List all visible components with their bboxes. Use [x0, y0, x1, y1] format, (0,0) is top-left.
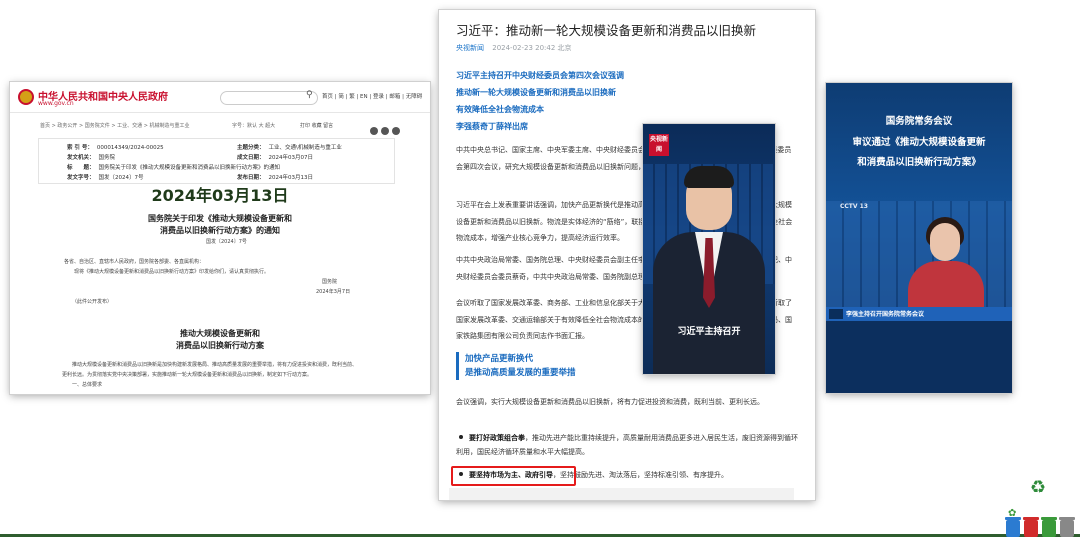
search-icon[interactable]: ⚲ — [306, 90, 313, 100]
trash-bin-icon — [1041, 517, 1057, 537]
tv-title-line-1: 国务院常务会议 — [885, 116, 953, 127]
recycling-decoration: ♻ ✿ — [1002, 478, 1078, 541]
footer-line — [0, 534, 1080, 537]
sign-date: 2024年3月7日 — [316, 289, 351, 295]
tv-broadcast-still[interactable]: 国务院常务会议 审议通过《推动大规模设备更新 和消费品以旧换新行动方案》 CCT… — [826, 83, 1012, 393]
article-footer-bar — [449, 488, 794, 500]
date-overlay: 2024年03月13日 — [151, 186, 289, 205]
news-video-still[interactable]: 央视新闻 习近平主持召开 — [643, 124, 775, 374]
gov-document-screenshot: 中华人民共和国中央人民政府 www.gov.cn ⚲ 首页 | 简 | 繁 | … — [10, 82, 430, 394]
doc-title-line-2: 消费品以旧换新行动方案》的通知 — [160, 225, 280, 235]
plan-title-line-2: 消费品以旧换新行动方案 — [176, 340, 264, 350]
headline-4: 李强蔡奇丁薛祥出席 — [456, 122, 528, 131]
doc-title-line-1: 国务院关于印发《推动大规模设备更新和 — [148, 213, 292, 223]
recycle-icon: ♻ — [1030, 477, 1047, 498]
bullet-item: 要打好政策组合拳，推动先进产能比重持续提升，高质量耐用消费品更多进入居民生活，废… — [456, 434, 798, 456]
headline-2: 推动新一轮大规模设备更新和消费品以旧换新 — [456, 88, 616, 97]
article-timestamp: 2024-02-23 20:42 北京 — [492, 44, 572, 52]
tv-title-line-3: 和消费品以旧换新行动方案》 — [857, 157, 981, 168]
headline-1: 习近平主持召开中央财经委员会第四次会议强调 — [456, 71, 624, 80]
lower-third-bar: 李强主持召开国务院常务会议 — [826, 307, 1012, 321]
recipients: 各省、自治区、直辖市人民政府，国务院各部委、各直属机构： — [64, 259, 205, 265]
plan-section: 一、总体要求 — [72, 382, 103, 388]
headline-3: 有效降低全社会物流成本 — [456, 105, 544, 114]
doc-number: 国发〔2024〕7号 — [206, 239, 247, 245]
anchor-head — [930, 223, 960, 261]
plan-intro-1: 推动大规模设备更新和消费品以旧换新是加快构建新发展格局、推动高质量发展的重要举措… — [72, 362, 358, 368]
article-source[interactable]: 央视新闻 — [456, 44, 484, 52]
signer: 国务院 — [322, 279, 338, 285]
doc-body-line: 现将《推动大规模设备更新和消费品以旧换新行动方案》印发给你们，请认真贯彻执行。 — [74, 269, 270, 275]
breadcrumb[interactable]: 首页 > 政务公开 > 国务院文件 > 工业、交通 > 机械制造与重工业 — [40, 122, 189, 129]
share-icon[interactable] — [392, 127, 400, 135]
trash-bin-icon — [1005, 517, 1021, 537]
national-emblem-icon — [18, 89, 34, 105]
section-heading: 加快产品更新换代 是推动高质量发展的重要举措 — [456, 352, 576, 380]
tv-title-line-2: 审议通过《推动大规模设备更新 — [852, 137, 986, 148]
article-byline: 央视新闻 2024-02-23 20:42 北京 — [456, 43, 572, 53]
gov-search-input[interactable] — [220, 91, 318, 105]
document-meta-table: 索 引 号： 000014349/2024-00025 主题分类： 工业、交通\机械… — [38, 138, 395, 184]
share-icons[interactable] — [370, 120, 403, 139]
public-note: （此件公开发布） — [72, 299, 113, 305]
trash-bin-icon — [1023, 517, 1039, 537]
tv-bottom-area — [826, 321, 1012, 393]
channel-logo: CCTV 13 — [840, 203, 868, 210]
article-title: 习近平：推动新一轮大规模设备更新和消费品以旧换新 — [456, 23, 757, 38]
highlight-box — [451, 466, 576, 486]
gov-header: 中华人民共和国中央人民政府 www.gov.cn ⚲ 首页 | 简 | 繁 | … — [10, 82, 430, 113]
trash-bin-icon — [1059, 517, 1075, 537]
anchor-hair — [684, 166, 734, 188]
share-icon[interactable] — [381, 127, 389, 135]
cctv-news-logo: 央视新闻 — [649, 134, 669, 156]
video-caption: 习近平主持召开 — [677, 327, 741, 337]
gov-header-links[interactable]: 首页 | 简 | 繁 | EN | 登录 | 邮箱 | 无障碍 — [322, 92, 422, 100]
article-paragraph: 会议强调，实行大规模设备更新和消费品以旧换新，将有力促进投资和消费，既利当前、更… — [456, 398, 764, 406]
gov-domain: www.gov.cn — [38, 100, 74, 107]
font-size-switch[interactable]: 字号：默认 大 超大 — [232, 122, 275, 129]
lower-third-logo — [829, 309, 843, 319]
page-tools[interactable]: 打印 收藏 留言 — [300, 122, 333, 129]
plan-title-line-1: 推动大规模设备更新和 — [180, 328, 260, 338]
share-icon[interactable] — [370, 127, 378, 135]
plan-intro-2: 更利长远。为贯彻落实党中央决策部署，实施推动新一轮大规模设备更新和消费品以旧换新… — [62, 372, 313, 378]
